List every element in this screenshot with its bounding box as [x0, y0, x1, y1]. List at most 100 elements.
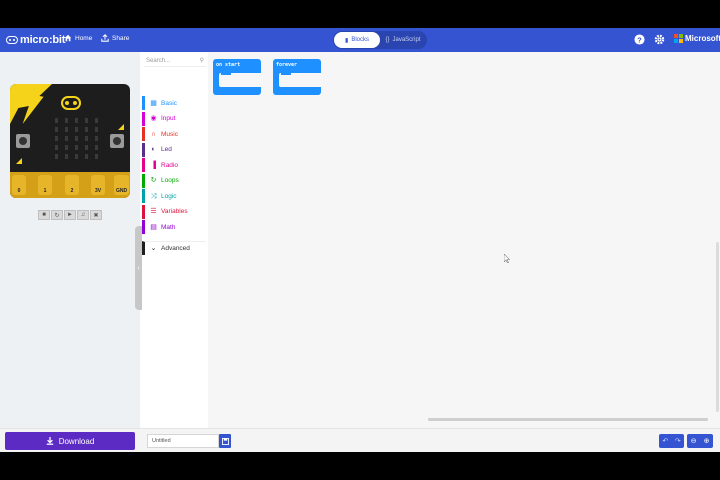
collapse-toolbox-handle[interactable]: ‹	[135, 226, 142, 310]
category-label: Input	[161, 115, 176, 122]
slow-mo-icon[interactable]: ►	[64, 210, 76, 220]
triangle-marker-icon	[118, 124, 124, 130]
javascript-tab-label: JavaScript	[392, 37, 421, 43]
braces-icon: {}	[385, 37, 390, 43]
mute-icon[interactable]: ♫	[77, 210, 89, 220]
blocks-tab[interactable]: ▮ Blocks	[334, 32, 380, 48]
category-label: Loops	[161, 177, 179, 184]
undo-icon[interactable]: ↶	[662, 437, 668, 445]
logo-text: micro:bit	[20, 34, 66, 46]
pin-0[interactable]: 0	[12, 175, 26, 195]
category-label: Basic	[161, 99, 177, 107]
category-label: Variables	[161, 208, 188, 215]
edge-connector: 0 1 2 3V GND	[10, 172, 130, 198]
microsoft-squares-icon	[674, 34, 683, 43]
toolbox-category-music[interactable]: ∩ Music	[142, 127, 206, 141]
share-button[interactable]: Share	[101, 34, 129, 42]
list-icon: ☰	[150, 208, 157, 215]
forever-block[interactable]: forever	[273, 59, 321, 95]
toolbox-category-advanced[interactable]: ⌄ Advanced	[142, 240, 206, 255]
grid-icon: ▦	[150, 99, 157, 107]
stop-icon[interactable]: ■	[38, 210, 50, 220]
pin-gnd[interactable]: GND	[114, 175, 129, 195]
horizontal-scrollbar[interactable]	[428, 418, 708, 421]
chevron-down-icon: ⌄	[150, 244, 157, 252]
category-label: Music	[161, 130, 178, 138]
top-letterbox	[0, 0, 720, 28]
category-label: Advanced	[161, 244, 190, 252]
zoom-out-icon[interactable]: ⊖	[691, 437, 697, 445]
download-icon	[46, 437, 53, 445]
javascript-tab[interactable]: {} JavaScript	[380, 32, 426, 48]
microsoft-label: Microsoft	[685, 34, 720, 43]
home-icon	[64, 34, 72, 42]
target-icon: ◉	[150, 115, 157, 122]
block-label: on start	[216, 62, 241, 68]
microsoft-logo[interactable]: Microsoft	[674, 34, 720, 43]
category-label: Led	[161, 146, 172, 153]
microbit-face-icon	[61, 96, 81, 110]
undo-redo-group: ↶ ↷	[659, 434, 684, 448]
pin-2[interactable]: 2	[65, 175, 79, 195]
chevron-left-icon: ‹	[137, 264, 140, 272]
gear-icon[interactable]	[654, 34, 665, 45]
vertical-scrollbar[interactable]	[716, 242, 719, 412]
blocks-workspace[interactable]: on start forever	[208, 52, 720, 428]
redo-icon[interactable]: ↷	[675, 437, 681, 445]
toolbox-category-loops[interactable]: ↻ Loops	[142, 173, 206, 188]
save-button[interactable]	[219, 434, 231, 448]
button-a[interactable]	[16, 134, 30, 148]
microbit-logo-icon	[6, 36, 18, 44]
board-corner-decoration	[10, 84, 52, 124]
toggle-icon: ◐	[151, 146, 156, 153]
toolbox-category-input[interactable]: ◉ Input	[142, 111, 206, 126]
simulator-panel: 0 1 2 3V GND ■ ↻ ► ♫ ✖	[0, 52, 140, 428]
button-b[interactable]	[110, 134, 124, 148]
toolbox-category-logic[interactable]: ⤨ Logic	[142, 189, 206, 203]
category-label: Math	[161, 223, 176, 231]
zoom-in-icon[interactable]: ⊕	[704, 437, 710, 445]
header-bar: micro:bit Home Share ▮ Blocks {} JavaScr…	[0, 28, 720, 52]
help-icon[interactable]: ?	[634, 34, 645, 45]
search-icon: ⚲	[199, 58, 204, 64]
fullscreen-icon[interactable]: ✖	[90, 210, 102, 220]
editor-toggle: ▮ Blocks {} JavaScript	[333, 31, 427, 49]
search-input[interactable]: Search...	[146, 58, 170, 64]
category-label: Radio	[161, 161, 178, 169]
pin-3v[interactable]: 3V	[91, 175, 105, 195]
bottom-bar: Download Untitled ↶ ↷ ⊖ ⊕	[0, 428, 720, 452]
home-label: Home	[75, 34, 93, 42]
project-name-input[interactable]: Untitled	[147, 434, 219, 448]
signal-icon: ▐	[151, 161, 156, 169]
refresh-icon: ↻	[150, 177, 157, 184]
on-start-block[interactable]: on start	[213, 59, 261, 95]
toolbox-category-radio[interactable]: ▐ Radio	[142, 158, 206, 172]
microbit-logo[interactable]: micro:bit	[6, 33, 65, 47]
pin-1[interactable]: 1	[38, 175, 52, 195]
share-label: Share	[112, 34, 130, 42]
microbit-board: 0 1 2 3V GND	[10, 84, 130, 198]
toolbox-category-math[interactable]: ▤ Math	[142, 220, 206, 234]
home-button[interactable]: Home	[64, 34, 92, 42]
block-label: forever	[276, 62, 298, 68]
download-button[interactable]: Download	[5, 432, 135, 450]
svg-text:?: ?	[637, 35, 642, 44]
calculator-icon: ▤	[150, 223, 157, 231]
simulator-toolbar: ■ ↻ ► ♫ ✖	[38, 210, 102, 220]
save-icon	[221, 437, 229, 445]
bottom-letterbox	[0, 452, 720, 480]
toolbox-search[interactable]: Search... ⚲	[144, 55, 206, 67]
toolbox-category-variables[interactable]: ☰ Variables	[142, 204, 206, 219]
category-label: Logic	[161, 192, 177, 200]
headphones-icon: ∩	[150, 130, 157, 138]
zoom-group: ⊖ ⊕	[687, 434, 713, 448]
restart-icon[interactable]: ↻	[51, 210, 63, 220]
puzzle-icon: ▮	[345, 37, 349, 44]
makecode-editor: micro:bit Home Share ▮ Blocks {} JavaScr…	[0, 28, 720, 452]
shuffle-icon: ⤨	[150, 192, 157, 200]
toolbox-category-basic[interactable]: ▦ Basic	[142, 96, 206, 110]
led-matrix[interactable]	[54, 118, 100, 159]
toolbox-category-led[interactable]: ◐ Led	[142, 142, 206, 157]
blocks-tab-label: Blocks	[351, 37, 369, 43]
download-label: Download	[58, 436, 95, 446]
